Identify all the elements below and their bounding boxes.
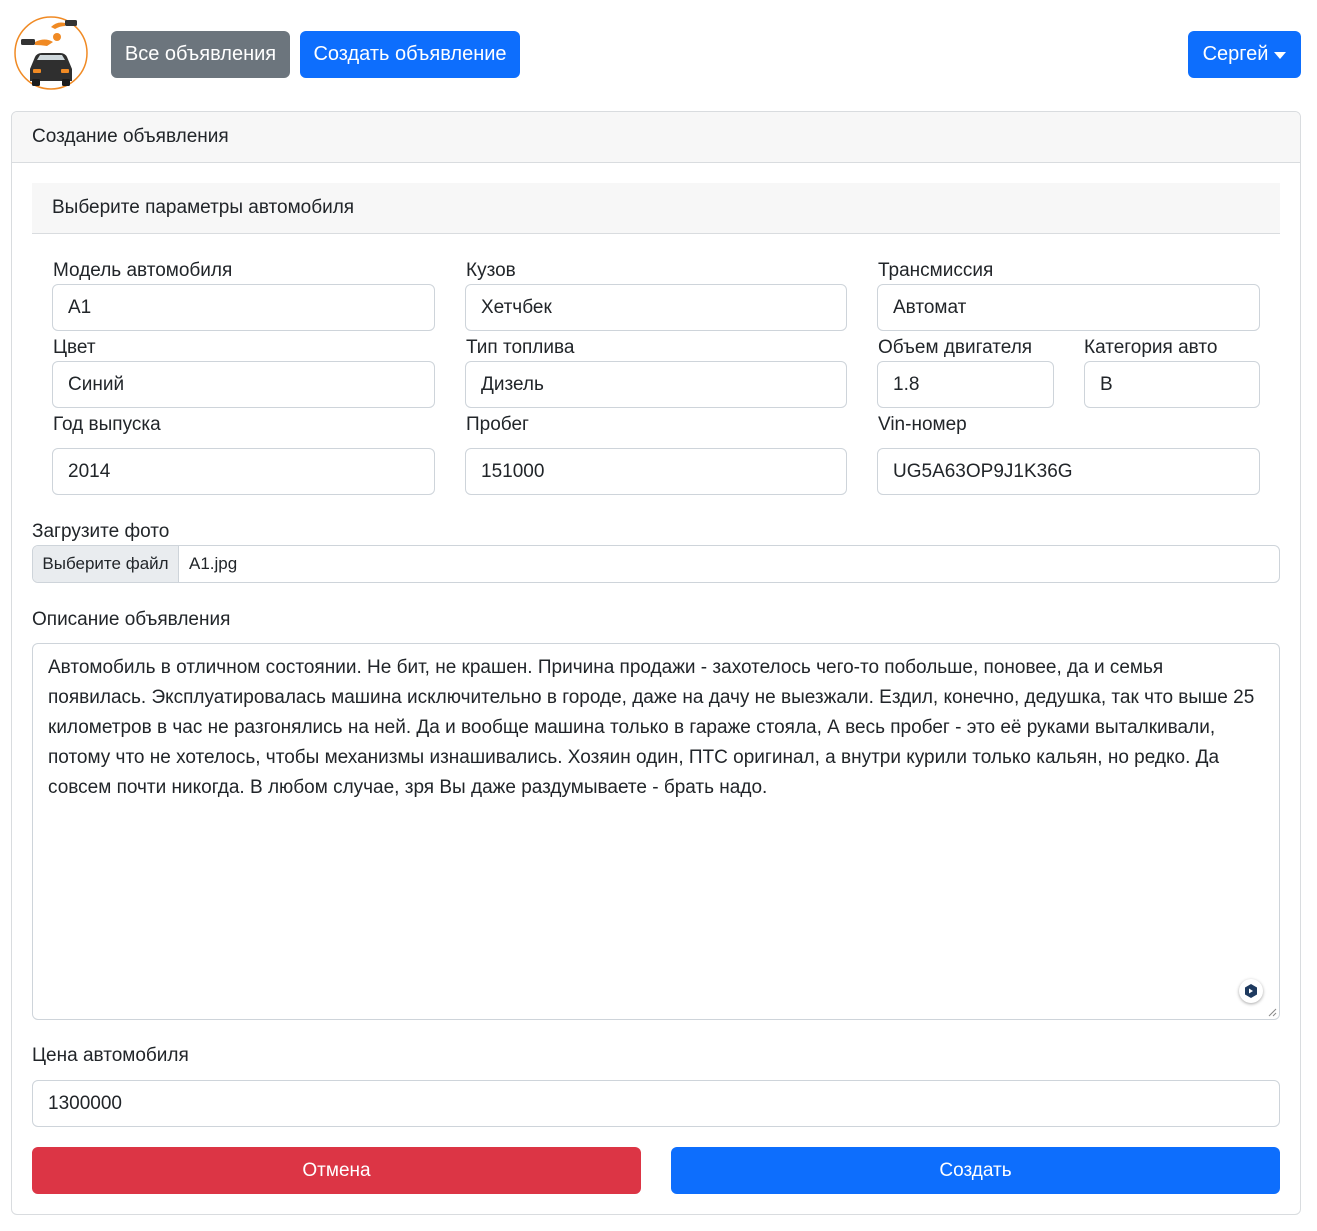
category-label: Категория авто [1084, 337, 1218, 358]
body-input[interactable]: Хетчбек [465, 284, 847, 331]
engine-label: Объем двигателя [878, 337, 1033, 358]
mileage-label: Пробег [466, 414, 529, 435]
vin-input[interactable]: UG5A63OP9J1K36G [877, 448, 1260, 495]
mileage-input[interactable]: 151000 [465, 448, 847, 495]
create-ad-card: Создание объявления Выберите параметры а… [11, 111, 1301, 1215]
grammar-assistant-icon[interactable] [1239, 979, 1263, 1003]
transmission-input[interactable]: Автомат [877, 284, 1260, 331]
color-input[interactable]: Синий [52, 361, 435, 408]
create-button[interactable]: Создать [671, 1147, 1280, 1194]
user-name: Сергей [1202, 43, 1269, 65]
description-label: Описание объявления [32, 609, 231, 630]
logo-car-icon[interactable] [13, 15, 89, 91]
color-label: Цвет [53, 337, 96, 358]
description-textarea[interactable]: Автомобиль в отличном состоянии. Не бит,… [32, 643, 1280, 1020]
model-label: Модель автомобиля [53, 260, 233, 281]
price-input[interactable]: 1300000 [32, 1080, 1280, 1127]
engine-input[interactable]: 1.8 [877, 361, 1054, 408]
fuel-input[interactable]: Дизель [465, 361, 847, 408]
file-name: A1.jpg [189, 554, 238, 573]
navbar: Все объявления Создать объявление Сергей [0, 0, 1317, 100]
category-input[interactable]: B [1084, 361, 1260, 408]
chevron-down-icon [1274, 52, 1287, 59]
body-label: Кузов [466, 260, 516, 281]
description-text: Автомобиль в отличном состоянии. Не бит,… [48, 657, 1255, 798]
vin-label: Vin-номер [878, 414, 967, 435]
user-menu-button[interactable]: Сергей [1188, 31, 1301, 78]
choose-file-button[interactable]: Выберите файл [33, 546, 179, 582]
card-header: Создание объявления [12, 112, 1300, 163]
fuel-label: Тип топлива [466, 337, 575, 358]
create-ad-button[interactable]: Создать объявление [300, 31, 520, 78]
year-label: Год выпуска [53, 414, 161, 435]
resize-handle-icon[interactable] [1267, 1007, 1277, 1017]
photo-label: Загрузите фото [32, 521, 170, 542]
section-title: Выберите параметры автомобиля [32, 183, 1280, 234]
photo-file-input[interactable]: Выберите файл A1.jpg [32, 545, 1280, 583]
cancel-button[interactable]: Отмена [32, 1147, 641, 1194]
model-input[interactable]: A1 [52, 284, 435, 331]
year-input[interactable]: 2014 [52, 448, 435, 495]
price-label: Цена автомобиля [32, 1045, 189, 1066]
all-ads-button[interactable]: Все объявления [111, 31, 290, 78]
transmission-label: Трансмиссия [878, 260, 994, 281]
